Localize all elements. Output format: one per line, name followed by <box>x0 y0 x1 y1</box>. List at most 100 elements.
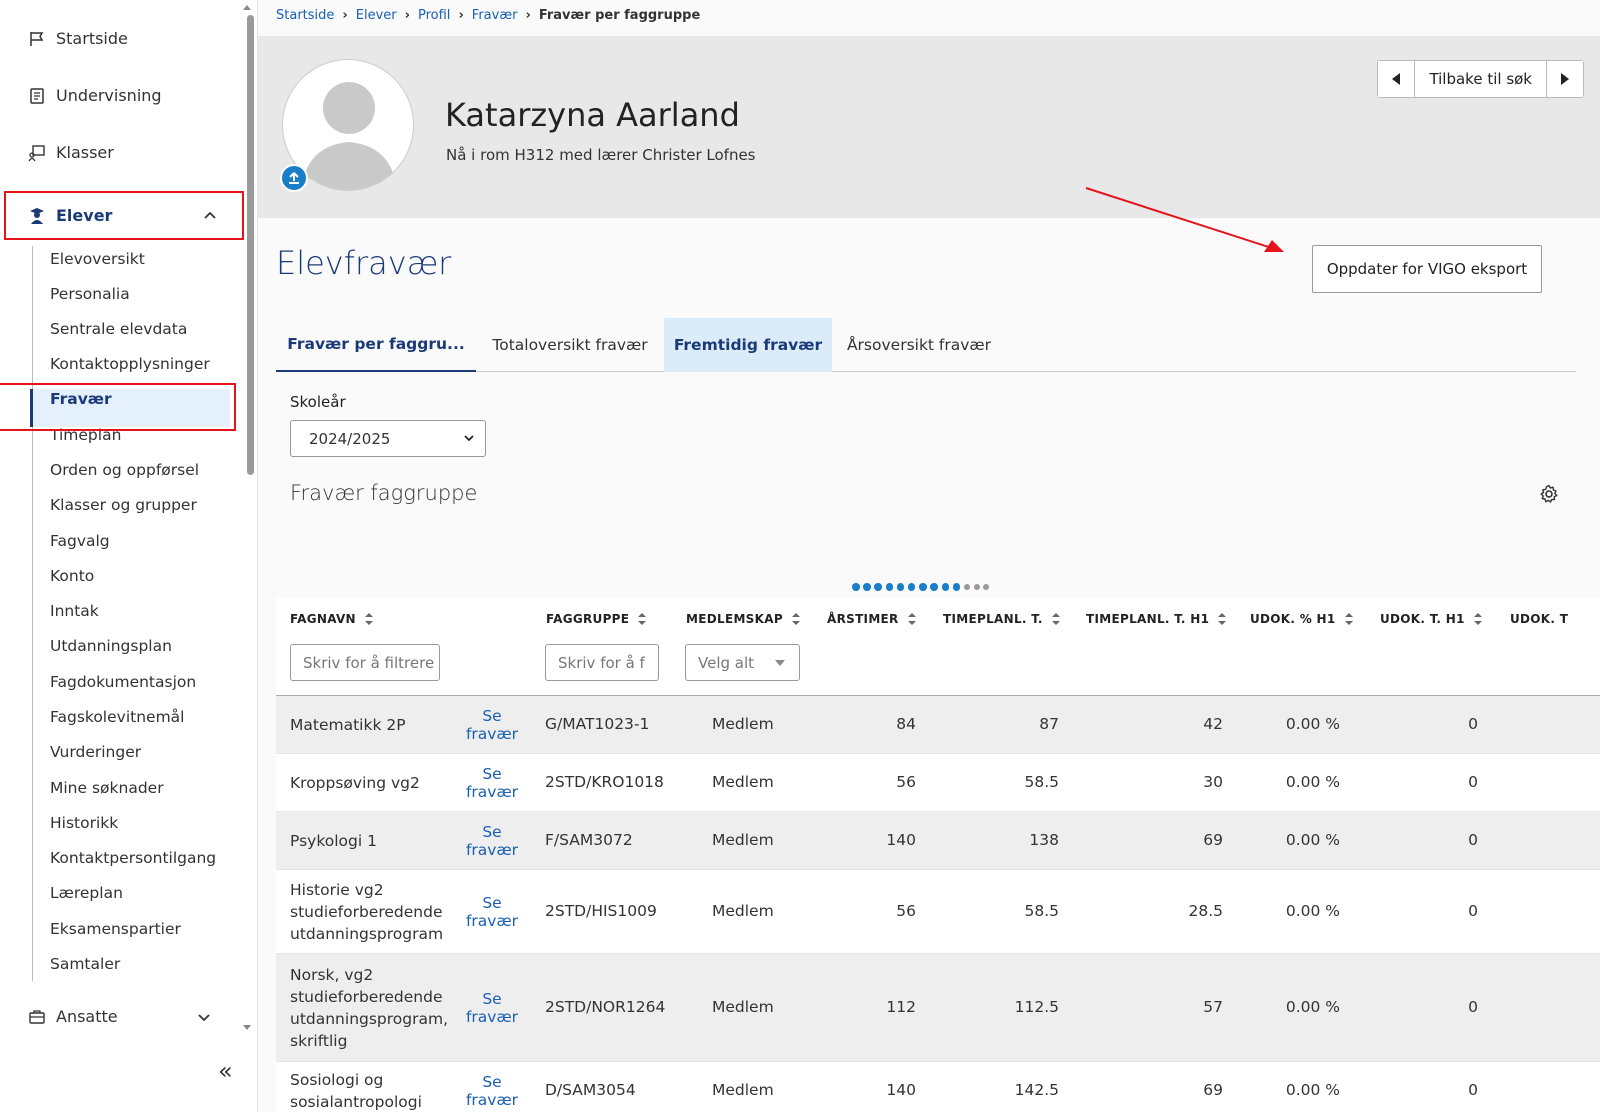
pager-dot-active[interactable] <box>896 583 905 591</box>
back-to-search-button[interactable]: Tilbake til søk <box>1414 61 1547 97</box>
tab-arsoversikt[interactable]: Årsoversikt fravær <box>832 318 1006 372</box>
collapse-sidebar-icon[interactable]: « <box>218 1057 233 1085</box>
breadcrumb-profil[interactable]: Profil <box>418 8 450 23</box>
cell-arstimer: 56 <box>896 902 916 920</box>
sidebar-item-samtaler[interactable]: Samtaler <box>50 955 120 973</box>
sidebar-item-læreplan[interactable]: Læreplan <box>50 884 123 902</box>
table-row: Kroppsøving vg2 Se fravær 2STD/KRO1018 Medl… <box>276 754 1600 812</box>
scroll-up-icon[interactable] <box>243 4 251 10</box>
th-udok-t-h1[interactable]: UDOK. T. H1 <box>1380 612 1483 626</box>
pager-dot-active[interactable] <box>863 583 871 591</box>
tab-totaloversikt[interactable]: Totaloversikt fravær <box>476 318 664 372</box>
sidebar-item-fagskolevitnemål[interactable]: Fagskolevitnemål <box>50 708 184 726</box>
cell-fagnavn: Norsk, vg2 studieforberedende utdannings… <box>290 966 449 1050</box>
sidebar-item-mine-søknader[interactable]: Mine søknader <box>50 779 164 797</box>
schoolyear-value: 2024/2025 <box>309 429 391 448</box>
th-medlemskap[interactable]: MEDLEMSKAP <box>686 612 801 626</box>
cell-udok-pct-h1: 0.00 % <box>1285 998 1340 1016</box>
nav-undervisning[interactable]: Undervisning <box>28 86 162 105</box>
sidebar-item-personalia[interactable]: Personalia <box>50 285 130 303</box>
see-absence-link[interactable]: Se fravær <box>462 765 522 801</box>
flag-icon <box>30 31 44 46</box>
th-arstimer[interactable]: ÅRSTIMER <box>827 612 917 626</box>
pager-dot[interactable] <box>983 584 990 590</box>
faggruppe-filter-input[interactable]: Skriv for å f <box>545 644 659 681</box>
nav-ansatte[interactable]: Ansatte <box>28 1007 118 1026</box>
sidebar-item-fagvalg[interactable]: Fagvalg <box>50 532 110 550</box>
sort-icon <box>1473 613 1482 625</box>
pager-dot-active[interactable] <box>941 583 949 591</box>
medlemskap-filter-select[interactable]: Velg alt <box>685 644 800 681</box>
pager-dot-active[interactable] <box>907 583 916 591</box>
sidebar-item-eksamenspartier[interactable]: Eksamenspartier <box>50 920 181 938</box>
section-title: Fravær faggruppe <box>290 481 478 505</box>
pager-dot-active[interactable] <box>874 583 882 591</box>
chevron-up-icon[interactable] <box>202 207 218 223</box>
th-faggruppe[interactable]: FAGGRUPPE <box>546 612 647 626</box>
tab-fravaer-per-faggruppe[interactable]: Fravær per faggru... <box>276 318 476 372</box>
cell-udok-t-h1: 0 <box>1468 773 1478 791</box>
sidebar-item-utdanningsplan[interactable]: Utdanningsplan <box>50 637 172 655</box>
sidebar-item-elevoversikt[interactable]: Elevoversikt <box>50 250 145 268</box>
pager-dot-active[interactable] <box>952 583 961 591</box>
pager-dot-active[interactable] <box>852 583 860 591</box>
th-udok-pct-h1[interactable]: UDOK. % H1 <box>1250 612 1354 626</box>
see-absence-link[interactable]: Se fravær <box>462 707 522 743</box>
cell-timeplanl-h1: 30 <box>1203 773 1223 791</box>
nav-elever[interactable]: Elever <box>4 191 244 240</box>
cell-timeplanl-h1: 69 <box>1203 1081 1223 1099</box>
sidebar-scrollbar[interactable] <box>247 15 254 475</box>
next-student-button[interactable] <box>1547 61 1583 97</box>
see-absence-link[interactable]: Se fravær <box>462 1073 522 1109</box>
cell-fagnavn: Psykologi 1 <box>290 832 377 850</box>
sidebar-item-klasser-og-grupper[interactable]: Klasser og grupper <box>50 496 197 514</box>
nav-startside[interactable]: Startside <box>28 29 128 48</box>
breadcrumb-elever[interactable]: Elever <box>356 8 397 23</box>
th-udok-t[interactable]: UDOK. T <box>1510 612 1568 626</box>
see-absence-link[interactable]: Se fravær <box>462 990 522 1026</box>
sidebar-item-inntak[interactable]: Inntak <box>50 602 99 620</box>
medlemskap-filter-placeholder: Velg alt <box>698 653 755 672</box>
nav-klasser[interactable]: Klasser <box>28 143 114 162</box>
pager-dot-active[interactable] <box>930 583 938 591</box>
update-vigo-export-button[interactable]: Oppdater for VIGO eksport <box>1312 245 1542 293</box>
upload-photo-icon[interactable] <box>280 164 308 192</box>
sidebar-item-kontaktopplysninger[interactable]: Kontaktopplysninger <box>50 355 210 373</box>
pager-dot[interactable] <box>963 584 970 590</box>
fagnavn-filter-input[interactable]: Skriv for å filtrere <box>290 644 440 681</box>
gear-icon[interactable] <box>1539 484 1559 504</box>
th-fagnavn[interactable]: FAGNAVN <box>290 612 374 626</box>
sidebar-item-kontaktpersontilgang[interactable]: Kontaktpersontilgang <box>50 849 216 867</box>
tab-fremtidig-fravaer[interactable]: Fremtidig fravær <box>664 318 832 372</box>
sidebar-item-fagdokumentasjon[interactable]: Fagdokumentasjon <box>50 673 196 691</box>
table-row: Historie vg2 studieforberedende utdannin… <box>276 870 1600 954</box>
previous-student-button[interactable] <box>1378 61 1415 97</box>
cell-timeplanl-h1: 42 <box>1203 715 1223 733</box>
pager-dots[interactable] <box>852 583 990 591</box>
breadcrumb-startside[interactable]: Startside <box>276 8 334 23</box>
th-timeplanl[interactable]: TIMEPLANL. T. <box>943 612 1061 626</box>
pager-dot-active[interactable] <box>885 583 894 591</box>
cell-udok-t-h1: 0 <box>1468 902 1478 920</box>
sidebar-item-vurderinger[interactable]: Vurderinger <box>50 743 141 761</box>
breadcrumb-fravaer[interactable]: Fravær <box>472 8 518 23</box>
chevron-down-icon[interactable] <box>196 1010 212 1026</box>
th-timeplanl-h1[interactable]: TIMEPLANL. T. H1 <box>1086 612 1227 626</box>
schoolyear-select[interactable]: 2024/2025 <box>290 420 486 457</box>
table-header: FAGNAVN FAGGRUPPE MEDLEMSKAP ÅRSTIMER TI… <box>276 598 1600 696</box>
sidebar-item-historikk[interactable]: Historikk <box>50 814 118 832</box>
pager-dot-active[interactable] <box>919 583 927 591</box>
scroll-down-icon[interactable] <box>243 1025 251 1031</box>
nav-undervisning-label: Undervisning <box>56 86 162 105</box>
sidebar-item-konto[interactable]: Konto <box>50 567 94 585</box>
breadcrumb-current: Fravær per faggruppe <box>538 8 701 23</box>
pager-dot[interactable] <box>973 584 980 590</box>
table-row: Psykologi 1 Se fravær F/SAM3072 Medlem 140 13… <box>276 812 1600 870</box>
see-absence-link[interactable]: Se fravær <box>462 894 522 930</box>
sidebar-item-sentrale-elevdata[interactable]: Sentrale elevdata <box>50 320 187 338</box>
cell-timeplanl: 112.5 <box>1014 998 1059 1016</box>
cell-udok-pct-h1: 0.00 % <box>1285 773 1340 791</box>
see-absence-link[interactable]: Se fravær <box>462 823 522 859</box>
student-icon <box>30 207 44 224</box>
sidebar-item-orden-og-oppførsel[interactable]: Orden og oppførsel <box>50 461 199 479</box>
